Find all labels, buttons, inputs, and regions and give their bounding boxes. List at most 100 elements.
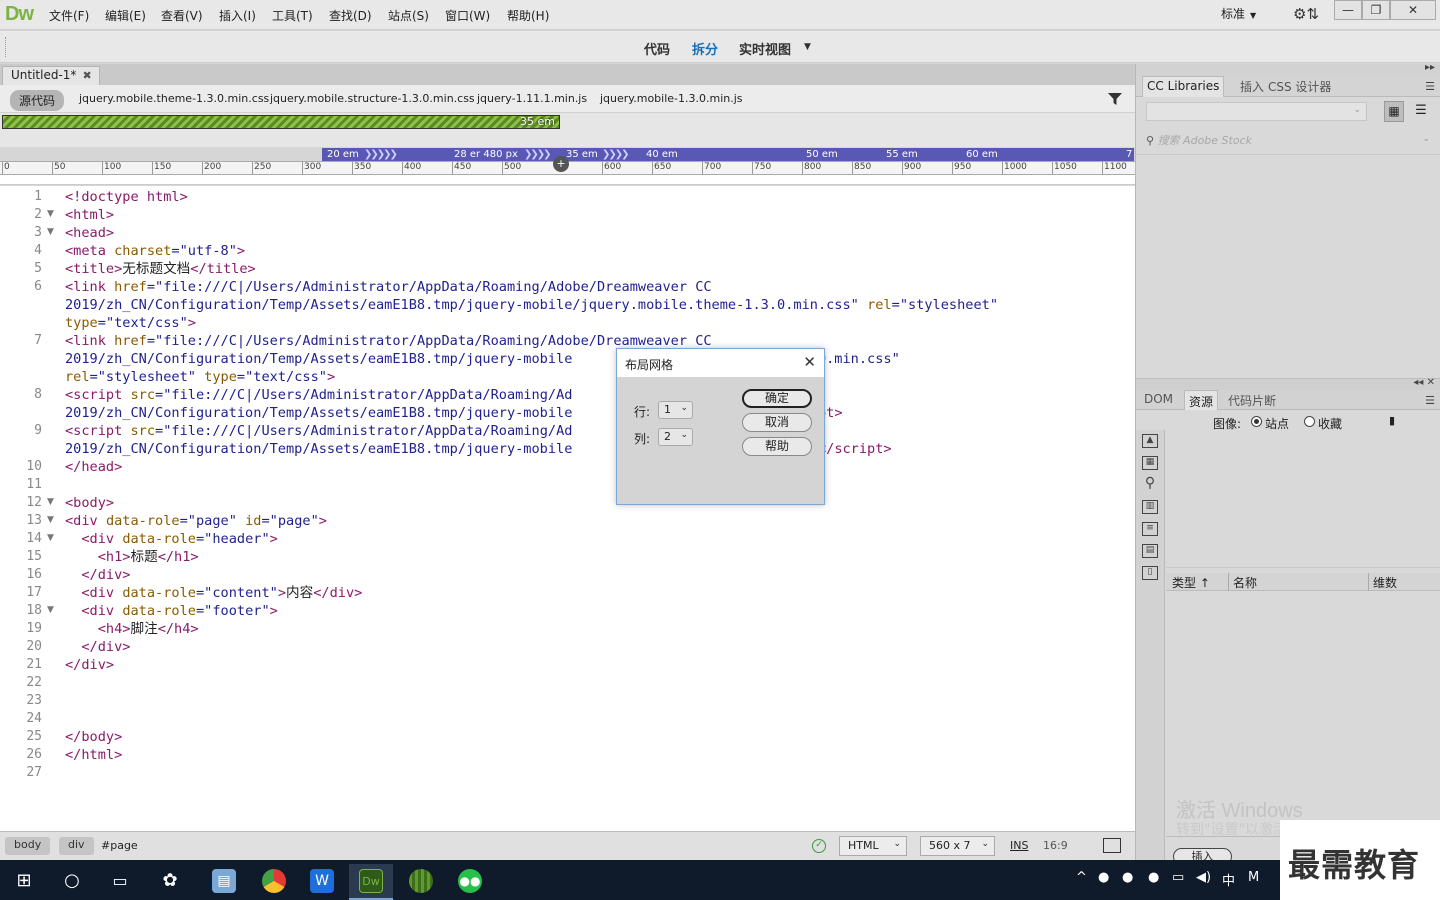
bookmark-icon[interactable]: ▮ xyxy=(1389,414,1395,427)
media-query-min-width-bar[interactable]: 35 em xyxy=(2,115,560,129)
tray-chevron[interactable]: ^ xyxy=(1076,870,1087,885)
media-query-segment[interactable]: 55 em xyxy=(886,148,918,162)
window-size-select[interactable]: 560 x 7 ⌄ xyxy=(920,836,995,856)
collapse-icon[interactable]: ▸▸ xyxy=(1425,62,1435,73)
related-file-jquery-mobile-js[interactable]: jquery.mobile-1.3.0.min.js xyxy=(600,92,743,105)
code-line[interactable]: </html> xyxy=(65,746,122,764)
fold-toggle-icon[interactable]: ▼ xyxy=(47,515,54,525)
menu-find[interactable]: 查找(D) xyxy=(329,7,372,24)
close-icon[interactable]: ✖ xyxy=(82,69,91,82)
radio-favorites[interactable] xyxy=(1304,416,1315,427)
collapse-close-icon[interactable]: ◂◂ ✕ xyxy=(1413,377,1435,388)
fold-toggle-icon[interactable]: ▼ xyxy=(47,605,54,615)
viewport-resize-handle[interactable]: + xyxy=(553,156,569,172)
menu-window[interactable]: 窗口(W) xyxy=(445,7,490,24)
menu-insert[interactable]: 插入(I) xyxy=(219,7,256,24)
live-view-dropdown-icon[interactable]: ▼ xyxy=(804,42,811,52)
media-query-segment[interactable]: 20 em xyxy=(327,148,359,162)
tab-assets[interactable]: 资源 xyxy=(1184,390,1219,411)
code-line[interactable]: <h1>标题</h1> xyxy=(65,548,199,566)
code-line[interactable]: 2019/zh_CN/Configuration/Temp/Assets/eam… xyxy=(65,296,998,314)
list-view-icon[interactable]: ☰ xyxy=(1411,101,1431,122)
media-query-segment[interactable]: 7 xyxy=(1126,148,1132,162)
related-file-theme-css[interactable]: jquery.mobile.theme-1.3.0.min.css xyxy=(79,92,269,105)
document-type-select[interactable]: HTML ⌄ xyxy=(839,836,907,856)
code-line[interactable]: type="text/css"> xyxy=(65,314,196,332)
ok-button[interactable]: 确定 xyxy=(742,389,812,408)
help-button[interactable]: 帮助 xyxy=(742,437,812,456)
code-line[interactable]: <div data-role="footer"> xyxy=(65,602,277,620)
ime-mode-icon[interactable]: M xyxy=(1248,870,1259,885)
fold-toggle-icon[interactable]: ▼ xyxy=(47,533,54,543)
tab-dom[interactable]: DOM xyxy=(1140,392,1177,406)
media-icon[interactable]: ▥ xyxy=(1142,500,1158,514)
code-line[interactable]: <html> xyxy=(65,206,114,224)
code-line[interactable]: <link href="file:///C|/Users/Administrat… xyxy=(65,332,712,350)
menu-tools[interactable]: 工具(T) xyxy=(272,7,313,24)
insert-mode-indicator[interactable]: INS xyxy=(1010,839,1028,852)
color-swatch-icon[interactable]: ▦ xyxy=(1142,456,1158,470)
media-query-segment[interactable]: 50 em xyxy=(806,148,838,162)
sync-settings-icon[interactable]: ⚙⇅ xyxy=(1293,5,1319,23)
ime-indicator[interactable]: 中 xyxy=(1222,870,1235,889)
columns-select[interactable]: 2 ⌄ xyxy=(658,428,693,446)
menu-help[interactable]: 帮助(H) xyxy=(507,7,549,24)
panel-grip[interactable]: ◂◂ ✕ xyxy=(1136,377,1440,390)
filter-icon[interactable] xyxy=(1108,92,1122,106)
code-line[interactable]: </div> xyxy=(65,638,130,656)
media-query-segment[interactable]: 40 em xyxy=(646,148,678,162)
fold-toggle-icon[interactable]: ▼ xyxy=(47,497,54,507)
live-view-button[interactable]: 实时视图 xyxy=(739,39,791,58)
minimize-button[interactable]: — xyxy=(1334,0,1362,20)
tab-snippets[interactable]: 代码片断 xyxy=(1224,392,1280,409)
qq-tray-icon-2[interactable]: ● xyxy=(1148,870,1159,885)
code-line[interactable]: <body> xyxy=(65,494,114,512)
tag-selector-page[interactable]: #page xyxy=(101,839,138,852)
preview-icon[interactable] xyxy=(1103,838,1121,853)
code-line[interactable]: rel="stylesheet" type="text/css"> xyxy=(65,368,335,386)
code-line[interactable]: <script src="file:///C|/Users/Administra… xyxy=(65,386,572,404)
menu-view[interactable]: 查看(V) xyxy=(161,7,203,24)
split-view-button[interactable]: 拆分 xyxy=(692,39,718,58)
task-view-button[interactable]: ▭ xyxy=(98,864,142,900)
code-line[interactable]: <h4>脚注</h4> xyxy=(65,620,199,638)
workspace-switcher[interactable]: 标准 ▼ xyxy=(1221,5,1256,22)
taskbar-app-1[interactable]: ✿ xyxy=(148,864,192,900)
column-name[interactable]: 名称 xyxy=(1233,574,1257,591)
library-select[interactable]: ⌄ xyxy=(1146,102,1367,121)
search-button[interactable]: ○ xyxy=(50,864,94,900)
template-icon[interactable]: ▤ xyxy=(1142,544,1158,558)
start-button[interactable]: ⊞ xyxy=(2,864,46,900)
column-dimensions[interactable]: 维数 xyxy=(1373,574,1397,591)
column-divider[interactable] xyxy=(1228,573,1229,591)
tag-selector-div[interactable]: div xyxy=(59,837,94,855)
code-line[interactable]: </div> xyxy=(65,566,130,584)
code-line[interactable]: </body> xyxy=(65,728,122,746)
network-icon[interactable]: ▭ xyxy=(1172,870,1184,885)
taskbar-wechat[interactable]: ●● xyxy=(448,864,492,900)
fold-toggle-icon[interactable]: ▼ xyxy=(47,209,54,219)
library-icon[interactable]: ▯ xyxy=(1142,566,1158,580)
media-query-segment[interactable]: 60 em xyxy=(966,148,998,162)
taskbar-app-3[interactable] xyxy=(399,864,443,900)
column-divider[interactable] xyxy=(1368,573,1369,591)
radio-site[interactable] xyxy=(1251,416,1262,427)
close-button[interactable]: ✕ xyxy=(1390,0,1436,20)
menu-site[interactable]: 站点(S) xyxy=(388,7,429,24)
grid-view-icon[interactable]: ▦ xyxy=(1384,101,1404,122)
code-line[interactable]: <div data-role="content">内容</div> xyxy=(65,584,362,602)
media-query-max-width-bar[interactable]: 20 em ❯❯❯❯❯ 28 er 480 px ❯❯❯❯ 35 em ❯❯❯❯… xyxy=(322,148,1134,162)
code-editor[interactable]: 1 <!doctype html> 2 ▼ <html> 3 ▼ <head> 4 <meta c… xyxy=(0,186,1135,831)
related-file-jquery-js[interactable]: jquery-1.11.1.min.js xyxy=(477,92,587,105)
panel-grip[interactable]: ▸▸ xyxy=(1136,62,1440,76)
code-line[interactable]: <head> xyxy=(65,224,114,242)
panel-menu-icon[interactable]: ☰ xyxy=(1425,394,1435,407)
stock-search-input[interactable]: ⚲ 搜索 Adobe Stock ⌄ xyxy=(1146,132,1436,150)
media-query-segment[interactable]: 35 em xyxy=(566,148,598,162)
menu-file[interactable]: 文件(F) xyxy=(49,7,89,24)
close-icon[interactable]: ✕ xyxy=(803,353,816,371)
panel-menu-icon[interactable]: ☰ xyxy=(1425,80,1435,93)
code-line[interactable]: <title>无标题文档</title> xyxy=(65,260,256,278)
restore-button[interactable]: ❐ xyxy=(1362,0,1390,20)
link-icon[interactable]: ⚲ xyxy=(1142,476,1158,492)
